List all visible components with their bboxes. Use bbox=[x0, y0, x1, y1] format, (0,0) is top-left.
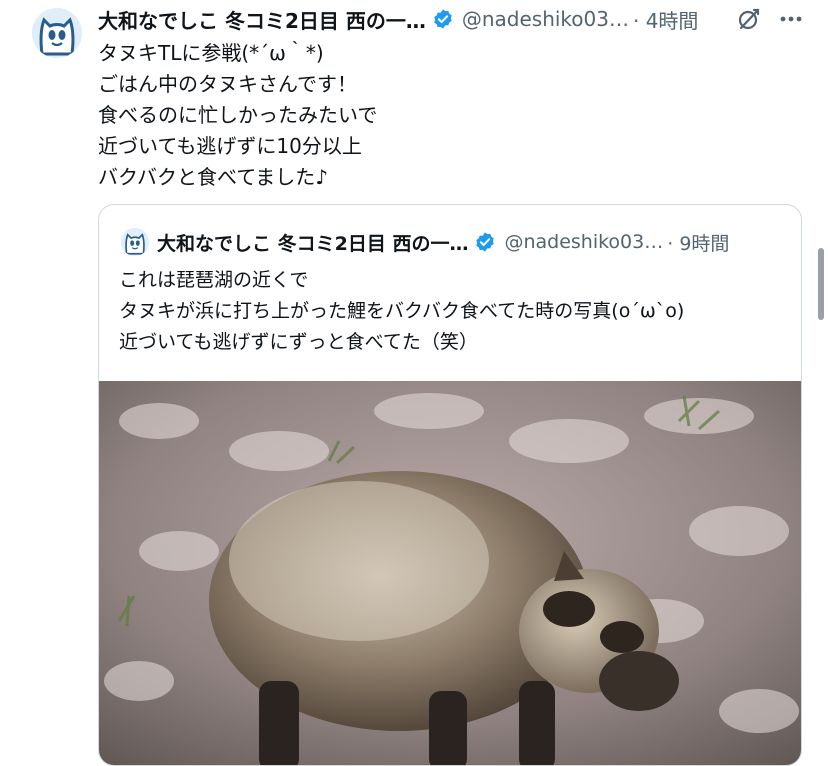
user-handle[interactable]: @nadeshiko03… bbox=[462, 7, 629, 31]
tanuki-photo[interactable] bbox=[99, 381, 801, 765]
display-name[interactable]: 大和なでしこ 冬コミ2日目 西の一… bbox=[98, 5, 426, 34]
quoted-display-name[interactable]: 大和なでしこ 冬コミ2日目 西の一… bbox=[157, 229, 468, 256]
tweet-text: タヌキTLに参戦(*´ω｀*) ごはん中のタヌキさんです！ 食べるのに忙しかった… bbox=[98, 41, 378, 189]
quoted-tweet-header: 大和なでしこ 冬コミ2日目 西の一… @nadeshiko03… · 9時間 bbox=[121, 228, 801, 256]
timestamp[interactable]: · 4時間 bbox=[633, 5, 698, 34]
verified-badge-icon[interactable] bbox=[474, 231, 496, 253]
avatar[interactable] bbox=[32, 8, 82, 58]
quoted-user-handle[interactable]: @nadeshiko03… bbox=[504, 231, 663, 253]
cat-avatar-icon bbox=[32, 8, 82, 58]
grok-icon[interactable] bbox=[736, 6, 762, 32]
quoted-avatar[interactable] bbox=[121, 228, 149, 256]
quoted-tweet[interactable]: 大和なでしこ 冬コミ2日目 西の一… @nadeshiko03… · 9時間 こ… bbox=[98, 204, 802, 766]
tweet-header: 大和なでしこ 冬コミ2日目 西の一… @nadeshiko03… · 4時間 bbox=[98, 4, 808, 34]
verified-badge-icon[interactable] bbox=[432, 8, 454, 30]
cat-avatar-icon bbox=[121, 228, 149, 256]
quoted-timestamp[interactable]: · 9時間 bbox=[667, 229, 729, 256]
more-options-icon[interactable] bbox=[778, 7, 804, 31]
scrollbar[interactable] bbox=[818, 248, 824, 320]
quoted-tweet-text: これは琵琶湖の近くで タヌキが浜に打ち上がった鯉をバクバク食べてた時の写真(o´… bbox=[119, 269, 685, 353]
